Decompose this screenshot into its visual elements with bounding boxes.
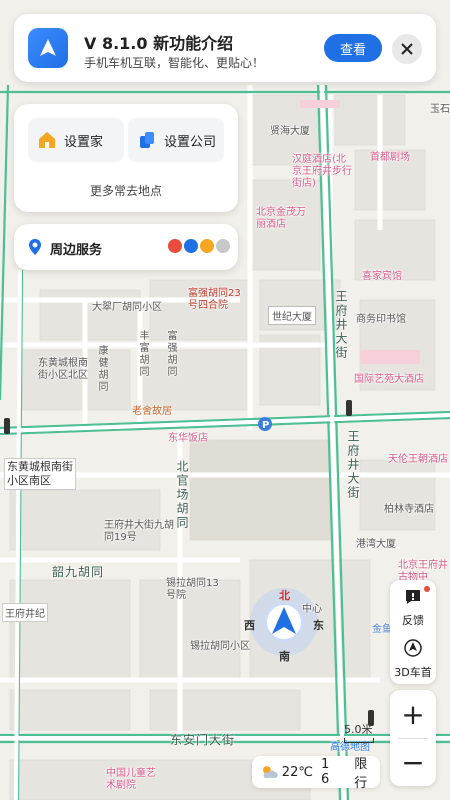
zoom-in-button[interactable]: +	[390, 690, 436, 738]
feedback-button[interactable]: 反馈	[390, 580, 436, 632]
set-home-label: 设置家	[64, 134, 104, 150]
feedback-label: 反馈	[402, 614, 424, 627]
gas-station-icon[interactable]	[168, 239, 182, 253]
poi-label[interactable]: 富强胡同23号四合院	[188, 288, 248, 312]
poi-label[interactable]: 喜家宾馆	[362, 267, 402, 282]
compass-west: 西	[244, 619, 255, 632]
set-company-button[interactable]: 设置公司	[128, 118, 224, 162]
app-logo-icon	[28, 28, 68, 68]
poi-label[interactable]: 锡拉胡同13号院	[166, 578, 226, 602]
road-label: 富强胡同	[165, 330, 176, 378]
scale-bar	[344, 738, 374, 743]
poi-label[interactable]: 柏林寺酒店	[384, 500, 434, 515]
compass-north: 北	[279, 589, 290, 602]
poi-label[interactable]: 北京金茂万丽酒店	[256, 207, 306, 231]
location-pin-icon	[29, 239, 41, 255]
road-label: 东安门大街	[170, 733, 236, 747]
more-icon[interactable]	[216, 239, 230, 253]
poi-label[interactable]: 老舍故居	[132, 402, 172, 417]
weather-icon	[262, 766, 278, 778]
poi-label[interactable]: 锡拉胡同小区	[190, 637, 250, 652]
set-company-label: 设置公司	[164, 134, 217, 150]
poi-label[interactable]: 大翠厂胡同小区	[92, 298, 162, 313]
notification-dot	[424, 586, 430, 592]
poi-label[interactable]: 国际艺苑大酒店	[354, 370, 424, 385]
poi-label[interactable]: 东华饭店	[168, 429, 208, 444]
company-icon	[140, 132, 154, 148]
poi-label[interactable]: 汉庭酒店(北京王府井步行街店)	[292, 154, 352, 190]
view-mode-button[interactable]: 3D车首	[390, 632, 436, 684]
poi-label[interactable]: 中国儿童艺术剧院	[106, 768, 162, 792]
update-banner: V 8.1.0 新功能介绍 手机车机互联，智能化、更贴心！ 查看	[14, 14, 436, 82]
poi-label[interactable]: 玉石	[430, 100, 450, 115]
restriction-numbers: 1 6	[320, 757, 333, 787]
right-tool-panel: 反馈 3D车首	[390, 580, 436, 684]
poi-label[interactable]: 王府井纪	[2, 603, 48, 622]
restriction-label: 限行	[354, 757, 368, 791]
nearby-services-card[interactable]: 周边服务	[14, 224, 238, 270]
poi-label[interactable]: 金鱼	[372, 620, 392, 635]
poi-label[interactable]: 港湾大厦	[356, 535, 396, 550]
road-label: 王府井大街	[334, 290, 348, 360]
compass-east: 东	[313, 619, 324, 632]
view-button[interactable]: 查看	[324, 34, 382, 62]
feedback-icon	[406, 590, 420, 604]
poi-label[interactable]: 首都剧场	[370, 148, 410, 163]
road-label: 丰富胡同	[137, 330, 148, 378]
3d-heading-icon	[404, 639, 422, 657]
poi-label[interactable]: 东黄城根南街小区南区	[4, 458, 76, 490]
more-places-link[interactable]: 更多常去地点	[14, 182, 238, 199]
home-icon	[39, 132, 55, 148]
road-label: 王府井大街	[346, 430, 360, 500]
banner-title: V 8.1.0 新功能介绍	[84, 34, 234, 53]
quick-places-card: 设置家 设置公司 更多常去地点	[14, 104, 238, 212]
zoom-out-button[interactable]: −	[390, 738, 436, 786]
nearby-services-label: 周边服务	[50, 243, 103, 258]
building-label[interactable]: 世纪大厦	[268, 306, 316, 325]
zoom-controls: + −	[390, 690, 436, 786]
poi-label[interactable]: 天伦王朝酒店	[388, 450, 448, 465]
road-label: 北官场胡同	[175, 460, 189, 530]
map-scale: 5.0米	[344, 721, 374, 743]
poi-label[interactable]: 贤海大厦	[270, 122, 310, 137]
food-icon[interactable]	[200, 239, 214, 253]
poi-label[interactable]: 商务印书馆	[356, 310, 406, 325]
svg-text:P: P	[262, 420, 269, 431]
poi-label[interactable]: 东黄城根南街小区北区	[38, 358, 94, 382]
road-label: 康健胡同	[96, 345, 107, 393]
view-mode-label: 3D车首	[394, 666, 432, 679]
scale-label: 5.0米	[344, 723, 373, 736]
set-home-button[interactable]: 设置家	[28, 118, 124, 162]
compass-south: 南	[279, 650, 290, 663]
poi-label[interactable]: 王府井大街九胡同19号	[104, 520, 174, 544]
car-service-icon[interactable]	[184, 239, 198, 253]
temperature: 22℃	[281, 764, 313, 780]
road-label: 韶九胡同	[52, 565, 105, 579]
status-bar[interactable]: 22℃ 1 6 限行	[252, 756, 380, 791]
poi-label[interactable]: 中心	[302, 600, 322, 615]
close-icon[interactable]	[392, 34, 422, 64]
banner-subtitle: 手机车机互联，智能化、更贴心！	[84, 56, 265, 70]
